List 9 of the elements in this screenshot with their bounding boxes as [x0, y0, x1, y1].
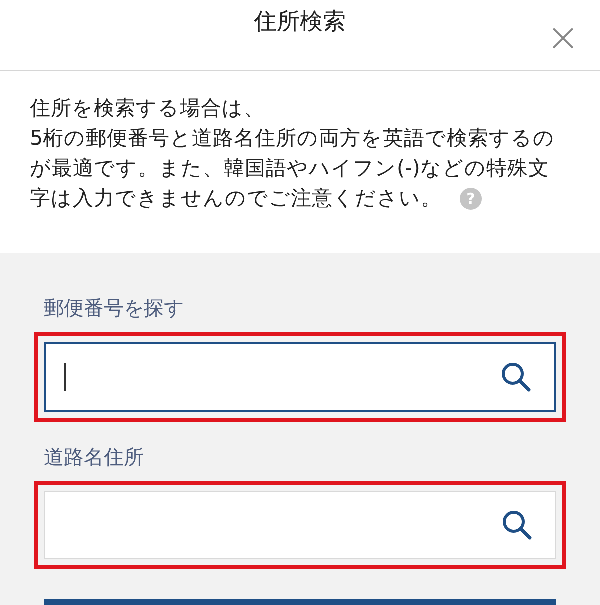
- field-label: 道路名住所: [44, 444, 145, 471]
- dialog-title: 住所検索: [254, 8, 346, 38]
- notice-text: 住所を検索する場合は、 5桁の郵便番号と道路名住所の両方を英語で検索するのが最適です。また、韓国語やハイフン(-)などの特殊文字は入力できませんのでご注意ください。 ?: [30, 94, 556, 212]
- search-icon[interactable]: [501, 509, 533, 541]
- field-label: 郵便番号を探す: [44, 295, 185, 322]
- search-icon[interactable]: [500, 361, 532, 393]
- close-button[interactable]: ×: [546, 20, 580, 56]
- text-cursor: [64, 363, 66, 391]
- input-field[interactable]: [44, 342, 556, 412]
